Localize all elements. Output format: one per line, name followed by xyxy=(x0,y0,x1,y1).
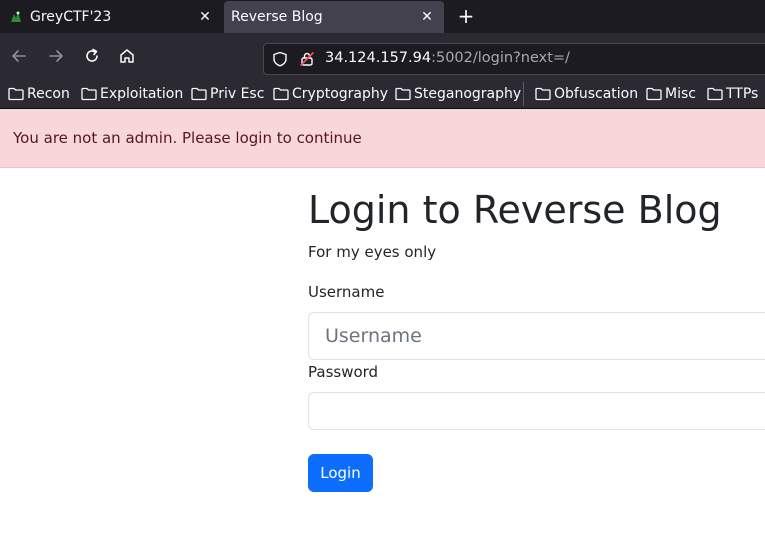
folder-icon xyxy=(191,87,207,101)
username-input[interactable] xyxy=(308,312,765,360)
bookmark-folder-cryptography[interactable]: Cryptography xyxy=(273,84,388,104)
login-button[interactable]: Login xyxy=(308,454,373,492)
bookmark-label: Cryptography xyxy=(292,86,389,102)
tab-title: GreyCTF'23 xyxy=(30,8,112,25)
tab-close-icon[interactable]: ✕ xyxy=(194,9,216,25)
bookmark-label: Obfuscation xyxy=(554,86,639,102)
password-label: Password xyxy=(308,363,379,381)
bookmark-folder-priv-esc[interactable]: Priv Esc xyxy=(191,84,264,104)
tab-bar: GreyCTF'23 ✕ Reverse Blog ✕ + xyxy=(0,0,765,33)
folder-icon xyxy=(81,87,97,101)
bookmark-folder-obfuscation[interactable]: Obfuscation xyxy=(535,84,638,104)
password-input[interactable] xyxy=(308,392,765,430)
bookmark-label: Misc xyxy=(665,86,696,102)
folder-icon xyxy=(273,87,289,101)
tab-reverse-blog[interactable]: Reverse Blog ✕ xyxy=(224,1,444,33)
url-host: 34.124.157.94 xyxy=(325,50,432,66)
bookmark-label: Exploitation xyxy=(100,86,184,102)
bookmark-folder-ttps[interactable]: TTPs xyxy=(707,84,758,104)
folder-icon xyxy=(707,87,723,101)
bookmark-folder-recon[interactable]: Recon xyxy=(8,84,70,104)
page-subtitle: For my eyes only xyxy=(308,243,437,261)
bookmark-folder-exploitation[interactable]: Exploitation xyxy=(81,84,183,104)
folder-icon xyxy=(8,87,24,101)
alert-message: You are not an admin. Please login to co… xyxy=(13,129,362,147)
bookmarks-separator xyxy=(523,82,524,106)
back-arrow-icon[interactable] xyxy=(8,45,30,67)
folder-icon xyxy=(535,87,551,101)
tab-close-icon[interactable]: ✕ xyxy=(416,9,438,25)
forward-arrow-icon[interactable] xyxy=(45,45,67,67)
greyctf-favicon-icon xyxy=(8,9,24,25)
tab-title: Reverse Blog xyxy=(231,9,323,25)
url-text[interactable]: 34.124.157.94:5002/login?next=/ xyxy=(325,50,570,66)
home-icon[interactable] xyxy=(116,45,138,67)
alert-danger: You are not an admin. Please login to co… xyxy=(0,109,765,168)
url-path: :5002/login?next=/ xyxy=(431,50,570,66)
folder-icon xyxy=(646,87,662,101)
address-bar[interactable]: 34.124.157.94:5002/login?next=/ xyxy=(263,43,765,75)
page-title: Login to Reverse Blog xyxy=(308,188,722,232)
bookmark-label: Recon xyxy=(27,86,70,102)
username-label: Username xyxy=(308,283,385,301)
tab-greyctf[interactable]: GreyCTF'23 ✕ xyxy=(0,0,222,33)
insecure-lock-icon[interactable] xyxy=(299,51,315,71)
new-tab-plus-icon[interactable]: + xyxy=(455,5,477,27)
bookmark-folder-misc[interactable]: Misc xyxy=(646,84,696,104)
bookmark-label: Steganography xyxy=(414,86,522,102)
reload-icon[interactable] xyxy=(81,45,103,67)
folder-icon xyxy=(395,87,411,101)
bookmark-label: TTPs xyxy=(726,86,759,102)
tracking-shield-icon[interactable] xyxy=(272,51,288,71)
bookmark-folder-steganography[interactable]: Steganography xyxy=(395,84,521,104)
bookmarks-toolbar: Recon Exploitation Priv Esc Cryptography… xyxy=(0,79,765,109)
bookmark-label: Priv Esc xyxy=(210,86,265,102)
